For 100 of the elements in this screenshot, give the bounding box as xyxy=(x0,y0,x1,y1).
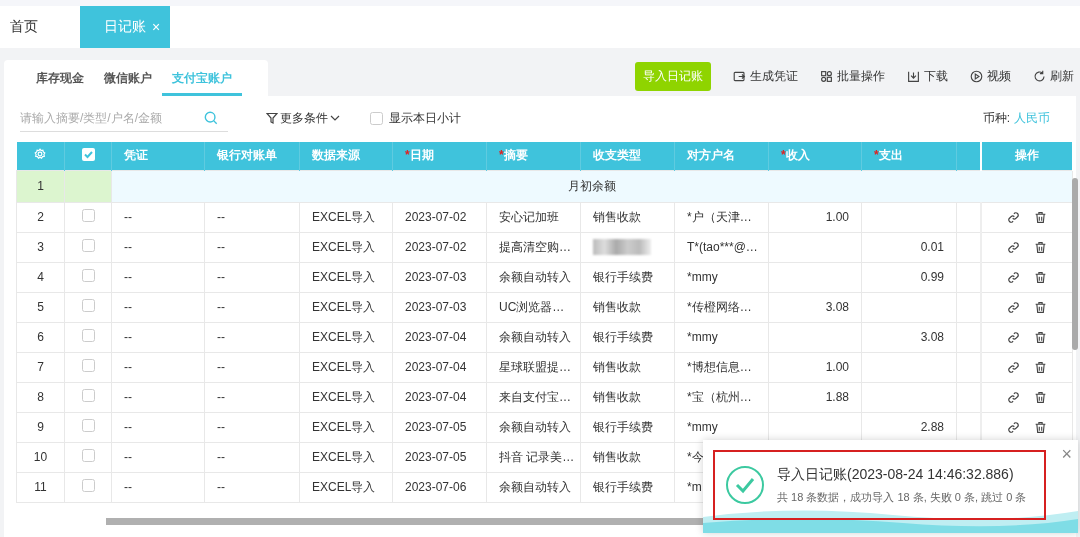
checkbox[interactable] xyxy=(81,269,95,282)
table-cell: 银行手续费 xyxy=(593,479,653,494)
table-cell: 2023-07-04 xyxy=(405,360,467,374)
table-cell: 银行手续费 xyxy=(593,329,653,344)
table-cell: 安心记加班 xyxy=(499,209,559,224)
more-filters-button[interactable]: 更多条件 xyxy=(266,109,340,127)
checkbox[interactable] xyxy=(81,329,95,342)
scrollbar[interactable] xyxy=(1072,178,1078,350)
table-cell: 销售收款 xyxy=(593,359,641,374)
link-icon[interactable] xyxy=(1006,390,1020,404)
notification-title: 导入日记账(2023-08-24 14:46:32.886) xyxy=(777,465,1015,484)
row-number: 10 xyxy=(16,442,65,472)
row-number: 3 xyxy=(16,232,65,262)
table-cell: *今 xyxy=(687,449,704,464)
toolbar-button[interactable]: 视频 xyxy=(970,67,1011,85)
table-cell: 2023-07-03 xyxy=(405,270,467,284)
scrollbar[interactable] xyxy=(106,518,706,525)
checkbox[interactable] xyxy=(81,359,95,372)
trash-icon[interactable] xyxy=(1033,420,1047,434)
table-cell: UC浏览器… xyxy=(499,299,565,314)
column-header: *支出 xyxy=(861,142,957,170)
column-header: *收入 xyxy=(768,142,862,170)
table-cell: *mmy xyxy=(687,270,718,284)
success-check-icon xyxy=(725,465,765,505)
table-cell: -- xyxy=(217,420,225,434)
checkbox[interactable] xyxy=(81,147,95,161)
table-cell: 1.00 xyxy=(825,210,849,224)
table-cell: 余额自动转入 xyxy=(499,269,571,284)
table-cell: 0.99 xyxy=(920,270,944,284)
table-cell: EXCEL导入 xyxy=(312,419,376,434)
grid-icon xyxy=(820,69,833,83)
table-cell: -- xyxy=(124,450,132,464)
table-cell: -- xyxy=(217,480,225,494)
table-cell: 2.88 xyxy=(920,420,944,434)
notification-message: 共 18 条数据，成功导入 18 条, 失败 0 条, 跳过 0 条 xyxy=(777,489,1027,505)
trash-icon[interactable] xyxy=(1033,210,1047,224)
table-cell: *传橙网络… xyxy=(687,299,752,314)
chevron-down-icon xyxy=(330,114,340,122)
table-cell: 银行手续费 xyxy=(593,419,653,434)
table-cell: 1.00 xyxy=(825,360,849,374)
toolbar-button[interactable]: 下载 xyxy=(907,67,948,85)
table-cell: *m xyxy=(687,480,702,494)
account-tab[interactable]: 库存现金 xyxy=(26,60,94,96)
table-cell: EXCEL导入 xyxy=(312,359,376,374)
toolbar-button[interactable]: 批量操作 xyxy=(820,67,885,85)
export-icon xyxy=(733,69,746,83)
table-cell: EXCEL导入 xyxy=(312,449,376,464)
table-cell: 2023-07-02 xyxy=(405,240,467,254)
table-cell: 余额自动转入 xyxy=(499,329,571,344)
checkbox[interactable] xyxy=(81,209,95,222)
toolbar-button[interactable]: 生成凭证 xyxy=(733,67,798,85)
link-icon[interactable] xyxy=(1006,210,1020,224)
table-cell: -- xyxy=(124,420,132,434)
table-cell: -- xyxy=(124,390,132,404)
checkbox-label: 显示本日小计 xyxy=(389,109,461,127)
checkbox[interactable] xyxy=(81,239,95,252)
checkbox[interactable] xyxy=(81,299,95,312)
link-icon[interactable] xyxy=(1006,420,1020,434)
table-cell: *宝（杭州… xyxy=(687,389,752,404)
checkbox[interactable] xyxy=(81,449,95,462)
table-cell: EXCEL导入 xyxy=(312,209,376,224)
table-cell: 销售收款 xyxy=(593,209,641,224)
page-tab[interactable]: 首页 xyxy=(0,6,48,48)
table-cell: 来自支付宝… xyxy=(499,389,571,404)
column-header: 对方户名 xyxy=(674,142,769,170)
table-cell: -- xyxy=(217,270,225,284)
account-tab[interactable]: 微信账户 xyxy=(94,60,162,96)
table-cell: 余额自动转入 xyxy=(499,419,571,434)
table-cell: 1.88 xyxy=(825,390,849,404)
link-icon[interactable] xyxy=(1006,360,1020,374)
table-cell: *mmy xyxy=(687,420,718,434)
table-cell: EXCEL导入 xyxy=(312,389,376,404)
checkbox[interactable] xyxy=(81,479,95,492)
table-cell: -- xyxy=(124,270,132,284)
trash-icon[interactable] xyxy=(1033,240,1047,254)
trash-icon[interactable] xyxy=(1033,330,1047,344)
table-cell: -- xyxy=(217,330,225,344)
table-cell: 销售收款 xyxy=(593,299,641,314)
row-number: 7 xyxy=(16,352,65,382)
table-cell: EXCEL导入 xyxy=(312,269,376,284)
trash-icon[interactable] xyxy=(1033,390,1047,404)
table-cell: 销售收款 xyxy=(593,389,641,404)
trash-icon[interactable] xyxy=(1033,360,1047,374)
row-number: 9 xyxy=(16,412,65,442)
trash-icon[interactable] xyxy=(1033,300,1047,314)
link-icon[interactable] xyxy=(1006,240,1020,254)
toolbar-button[interactable]: 刷新 xyxy=(1033,67,1074,85)
table-cell: EXCEL导入 xyxy=(312,299,376,314)
close-button[interactable]: × xyxy=(1061,444,1072,465)
table-cell: 2023-07-06 xyxy=(405,480,467,494)
link-icon[interactable] xyxy=(1006,330,1020,344)
table-cell: -- xyxy=(124,240,132,254)
link-icon[interactable] xyxy=(1006,270,1020,284)
checkbox[interactable] xyxy=(81,419,95,432)
trash-icon[interactable] xyxy=(1033,270,1047,284)
row-number: 5 xyxy=(16,292,65,322)
link-icon[interactable] xyxy=(1006,300,1020,314)
table-cell: 提高清空购… xyxy=(499,239,571,254)
checkbox[interactable] xyxy=(370,111,383,125)
checkbox[interactable] xyxy=(81,389,95,402)
